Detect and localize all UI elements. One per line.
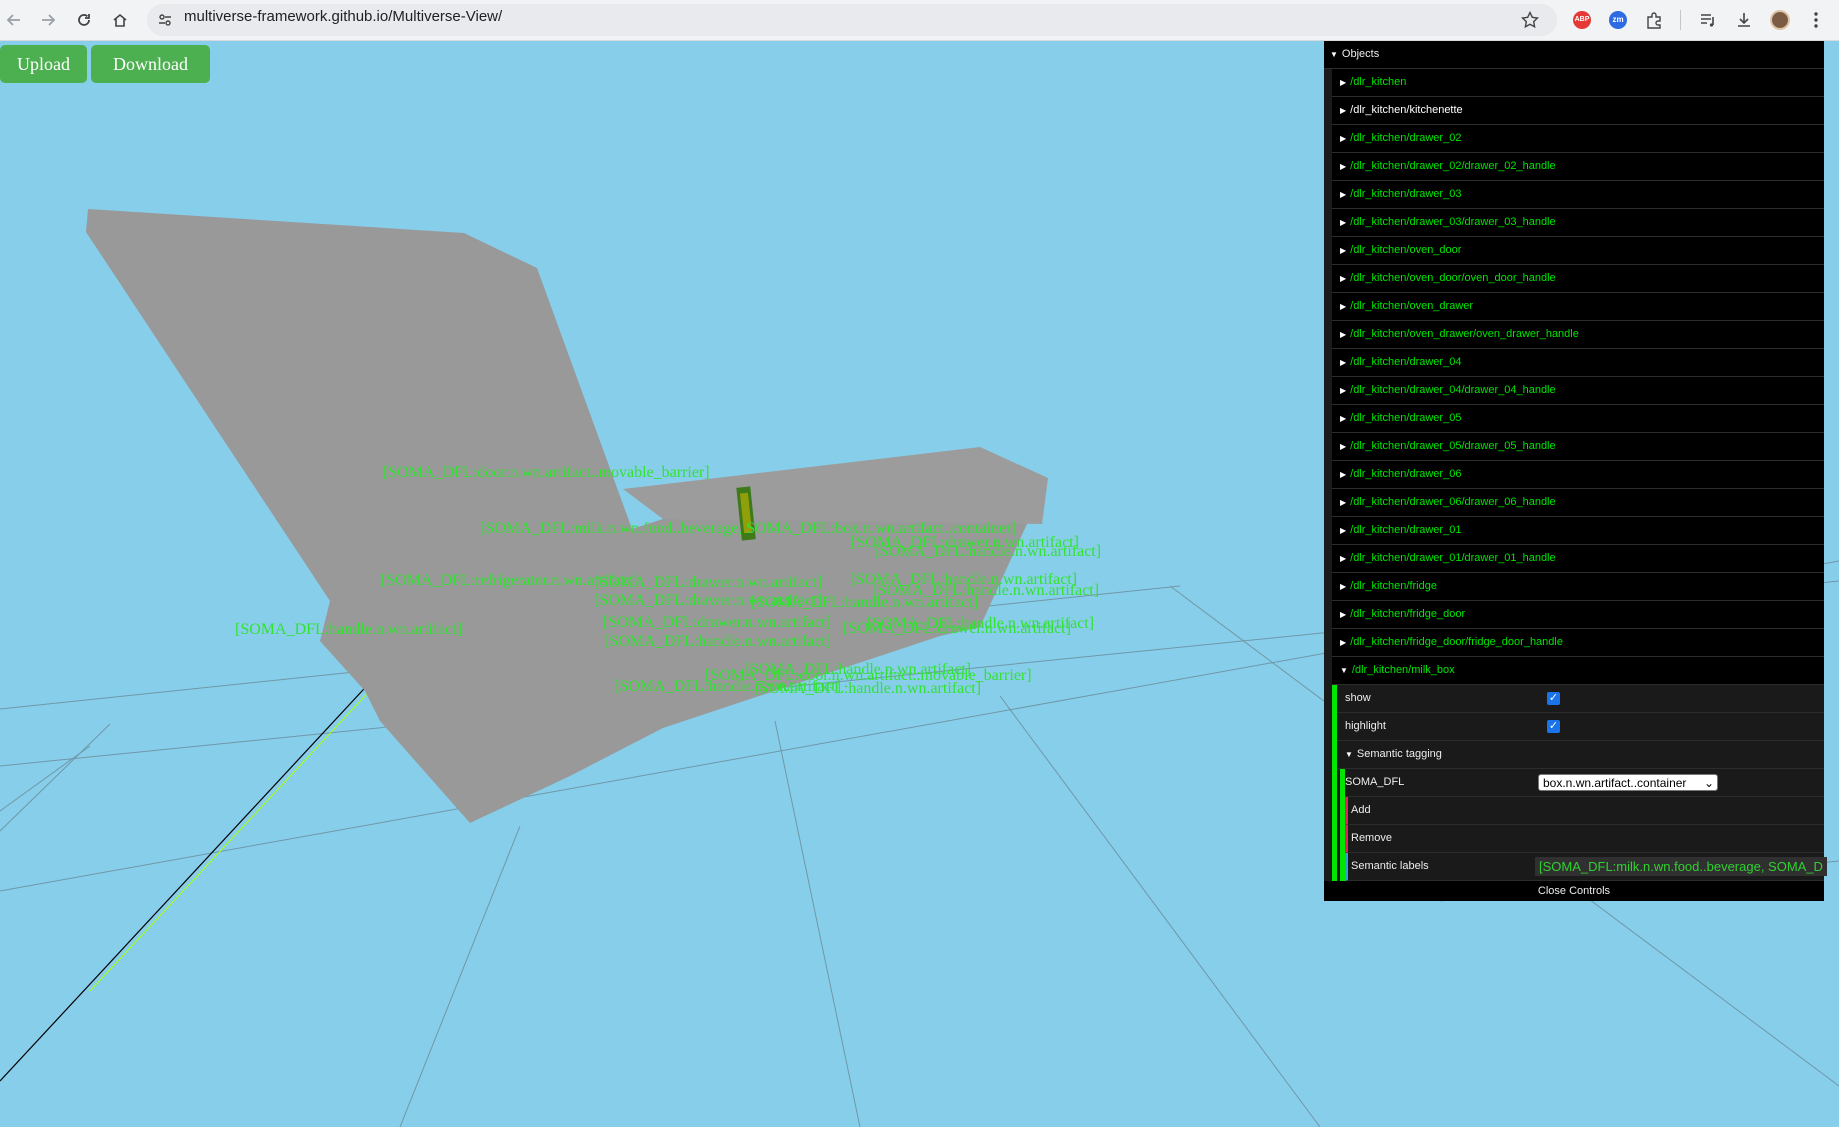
remove-button[interactable]: Remove: [1345, 825, 1824, 853]
caret-down-icon: ▼: [1330, 50, 1338, 59]
profile-avatar[interactable]: [1766, 6, 1794, 34]
caret-right-icon: ▶: [1340, 190, 1347, 199]
semantic-label: [SOMA_DFL:handle.n.wn.artifact]: [874, 543, 1102, 560]
caret-right-icon: ▶: [1340, 554, 1347, 563]
object-row[interactable]: ▶/dlr_kitchen/kitchenette: [1332, 97, 1824, 125]
caret-right-icon: ▶: [1340, 470, 1347, 479]
caret-right-icon: ▶: [1340, 498, 1347, 507]
controls-panel: ▼ Objects ▶/dlr_kitchen ▶/dlr_kitchen/kit…: [1324, 41, 1827, 901]
semantic-label: [SOMA_DFL:handle.n.wn.artifact]: [604, 633, 832, 650]
semantic-label: [SOMA_DFL:drawer.n.wn.artifact]: [603, 614, 831, 631]
semantic-label: [SOMA_DFL:handle.n.wn.artifact]: [751, 594, 979, 611]
object-row[interactable]: ▶/dlr_kitchen/drawer_03: [1332, 181, 1824, 209]
upload-button[interactable]: Upload: [0, 45, 87, 83]
semantic-label: [SOMA_DFL:drawer.n.wn.artifact]: [594, 574, 822, 591]
milk-box-controls: show ✓ highlight ✓ ▼ Semantic tagging SOM…: [1332, 685, 1827, 881]
caret-right-icon: ▶: [1340, 274, 1347, 283]
ontology-row: SOMA_DFL box.n.wn.artifact..container ⌄: [1345, 769, 1824, 797]
close-controls-button[interactable]: Close Controls: [1324, 881, 1824, 901]
caret-right-icon: ▶: [1340, 386, 1347, 395]
object-row-expanded[interactable]: ▼/dlr_kitchen/milk_box: [1332, 657, 1824, 685]
objects-list: ▶/dlr_kitchen ▶/dlr_kitchen/kitchenette …: [1324, 69, 1824, 685]
caret-right-icon: ▶: [1340, 610, 1347, 619]
object-row[interactable]: ▶/dlr_kitchen/drawer_06/drawer_06_handle: [1332, 489, 1824, 517]
caret-right-icon: ▶: [1340, 442, 1347, 451]
media-control-icon[interactable]: [1694, 6, 1722, 34]
toolbar-divider: [1680, 10, 1681, 30]
more-menu-icon[interactable]: [1802, 6, 1830, 34]
object-row[interactable]: ▶/dlr_kitchen/oven_door: [1332, 237, 1824, 265]
semantic-tagging-folder[interactable]: ▼ Semantic tagging: [1337, 741, 1824, 769]
caret-right-icon: ▶: [1340, 330, 1347, 339]
object-row[interactable]: ▶/dlr_kitchen/oven_drawer: [1332, 293, 1824, 321]
object-row[interactable]: ▶/dlr_kitchen: [1332, 69, 1824, 97]
caret-right-icon: ▶: [1340, 582, 1347, 591]
object-row[interactable]: ▶/dlr_kitchen/drawer_05: [1332, 405, 1824, 433]
semantic-tagging-controls: SOMA_DFL box.n.wn.artifact..container ⌄ A…: [1340, 769, 1827, 881]
object-row[interactable]: ▶/dlr_kitchen/drawer_03/drawer_03_handle: [1332, 209, 1824, 237]
caret-right-icon: ▶: [1340, 78, 1347, 87]
browser-toolbar: multiverse-framework.github.io/Multivers…: [0, 0, 1839, 41]
back-icon[interactable]: [0, 6, 28, 34]
object-row[interactable]: ▶/dlr_kitchen/fridge_door: [1332, 601, 1824, 629]
semantic-label: [SOMA_DFL:handle.n.wn.artifact]: [235, 621, 463, 638]
object-row[interactable]: ▶/dlr_kitchen/drawer_04/drawer_04_handle: [1332, 377, 1824, 405]
caret-right-icon: ▶: [1340, 526, 1347, 535]
object-row[interactable]: ▶/dlr_kitchen/drawer_04: [1332, 349, 1824, 377]
chevron-down-icon: ⌄: [1703, 776, 1714, 790]
object-row[interactable]: ▶/dlr_kitchen/fridge: [1332, 573, 1824, 601]
object-row[interactable]: ▶/dlr_kitchen/drawer_06: [1332, 461, 1824, 489]
semantic-label: [SOMA_DFL:door.n.wn.artifact..movable_ba…: [383, 464, 710, 481]
caret-down-icon: ▼: [1340, 666, 1348, 675]
bookmark-star-icon[interactable]: [1520, 10, 1540, 34]
home-icon[interactable]: [106, 6, 134, 34]
object-row[interactable]: ▶/dlr_kitchen/oven_door/oven_door_handle: [1332, 265, 1824, 293]
caret-right-icon: ▶: [1340, 358, 1347, 367]
object-row[interactable]: ▶/dlr_kitchen/oven_drawer/oven_drawer_ha…: [1332, 321, 1824, 349]
object-row[interactable]: ▶/dlr_kitchen/drawer_05/drawer_05_handle: [1332, 433, 1824, 461]
semantic-label: [SOMA_DFL:handle.n.wn.artifact]: [754, 680, 982, 697]
show-row: show ✓: [1337, 685, 1824, 713]
download-button[interactable]: Download: [91, 45, 210, 83]
site-info-icon[interactable]: [157, 12, 173, 33]
adblock-icon[interactable]: ABP: [1568, 6, 1596, 34]
caret-right-icon: ▶: [1340, 162, 1347, 171]
object-row[interactable]: ▶/dlr_kitchen/drawer_01: [1332, 517, 1824, 545]
semantic-label: [SOMA_DFL:drawer.n.wn.artifact]: [843, 620, 1071, 637]
highlight-row: highlight ✓: [1337, 713, 1824, 741]
semantic-labels-row: Semantic labels [SOMA_DFL:milk.n.wn.food…: [1345, 853, 1827, 881]
caret-right-icon: ▶: [1340, 218, 1347, 227]
url-text: multiverse-framework.github.io/Multivers…: [184, 8, 503, 25]
caret-down-icon: ▼: [1345, 750, 1353, 759]
extensions-icon[interactable]: [1640, 6, 1668, 34]
object-row[interactable]: ▶/dlr_kitchen/fridge_door/fridge_door_ha…: [1332, 629, 1824, 657]
object-row[interactable]: ▶/dlr_kitchen/drawer_01/drawer_01_handle: [1332, 545, 1824, 573]
download-icon[interactable]: [1730, 6, 1758, 34]
add-button[interactable]: Add: [1345, 797, 1824, 825]
forward-icon[interactable]: [34, 6, 62, 34]
objects-folder-title[interactable]: ▼ Objects: [1324, 41, 1824, 69]
caret-right-icon: ▶: [1340, 246, 1347, 255]
caret-right-icon: ▶: [1340, 414, 1347, 423]
reload-icon[interactable]: [70, 6, 98, 34]
caret-right-icon: ▶: [1340, 302, 1347, 311]
caret-right-icon: ▶: [1340, 134, 1347, 143]
object-row[interactable]: ▶/dlr_kitchen/drawer_02: [1332, 125, 1824, 153]
caret-right-icon: ▶: [1340, 638, 1347, 647]
object-row[interactable]: ▶/dlr_kitchen/drawer_02/drawer_02_handle: [1332, 153, 1824, 181]
caret-right-icon: ▶: [1340, 106, 1347, 115]
zoom-extension-icon[interactable]: zm: [1604, 6, 1632, 34]
